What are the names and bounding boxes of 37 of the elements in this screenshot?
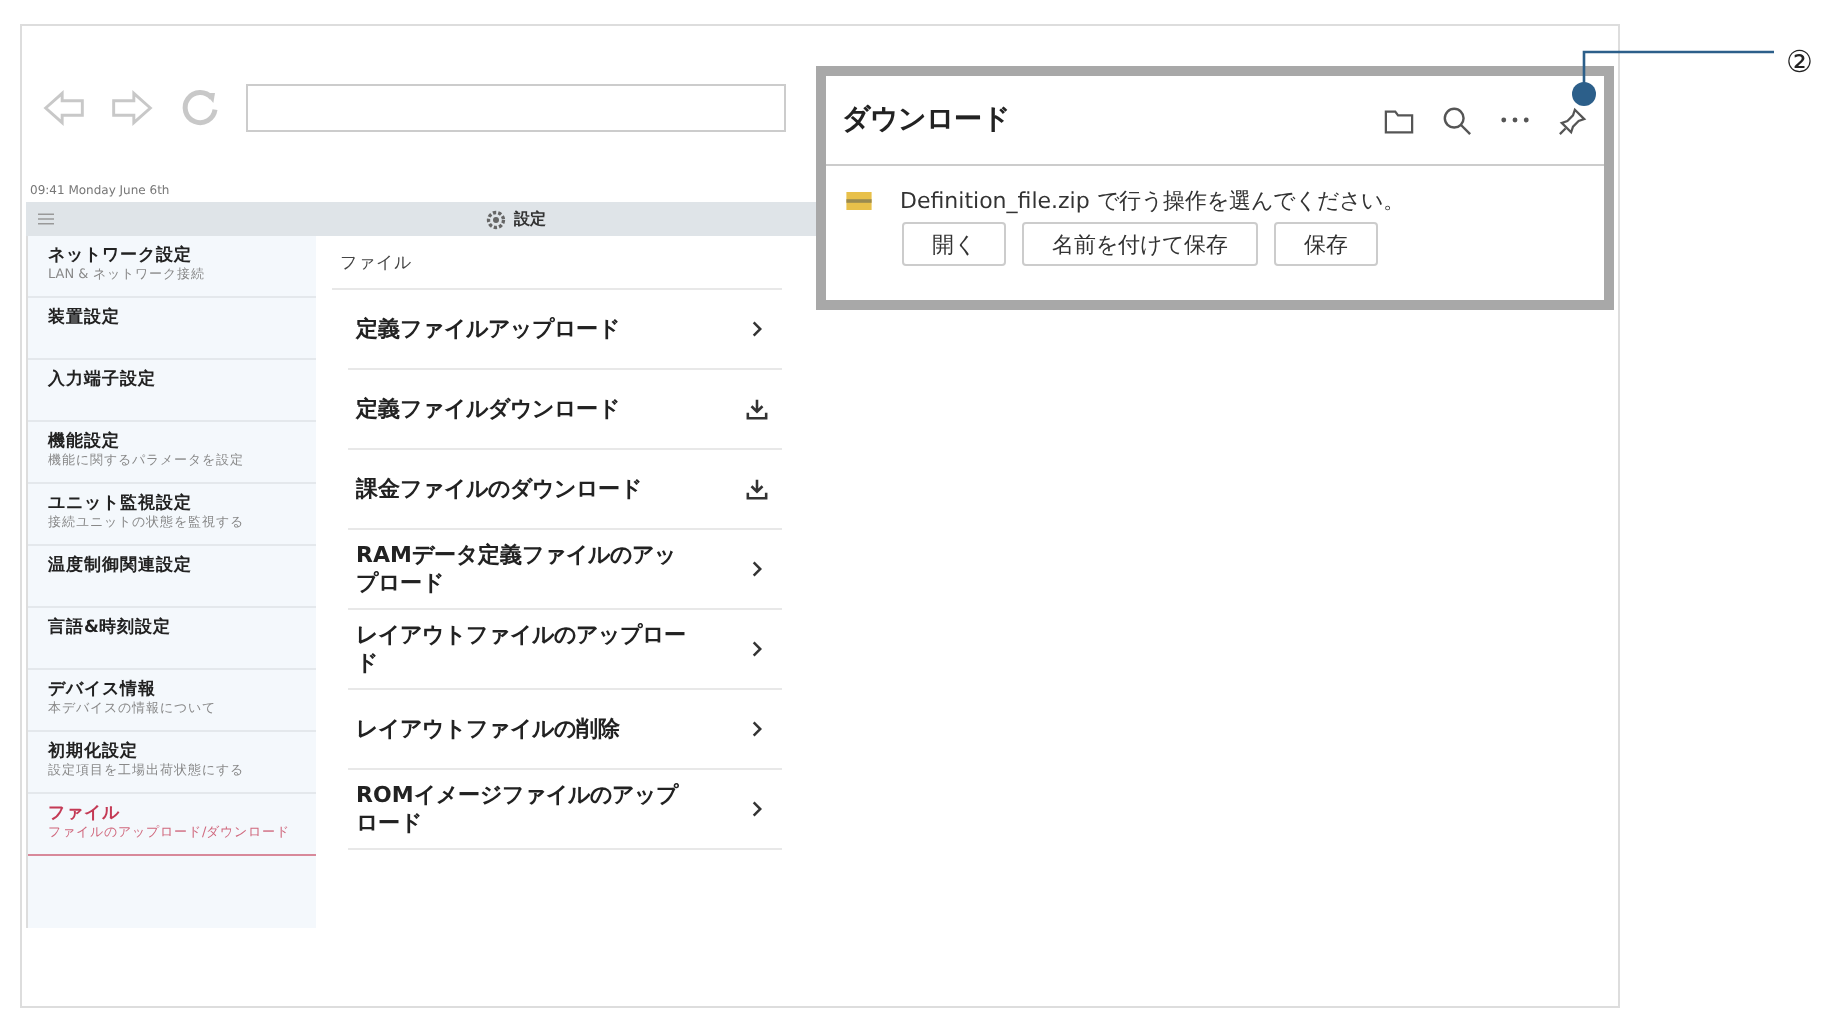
chevron-icon xyxy=(752,800,762,818)
list-item[interactable]: レイアウトファイルの削除 xyxy=(348,690,782,770)
callout-number: ② xyxy=(1786,44,1813,80)
download-message: Definition_file.zip で行う操作を選んでください。 xyxy=(900,186,1405,216)
address-bar[interactable] xyxy=(246,84,786,132)
section-heading: ファイル xyxy=(332,236,782,290)
panel-button[interactable]: 名前を付けて保存 xyxy=(1022,222,1258,266)
back-icon[interactable] xyxy=(42,88,86,128)
list-item[interactable]: 定義ファイルアップロード xyxy=(348,290,782,370)
forward-icon[interactable] xyxy=(110,88,154,128)
chevron-icon xyxy=(752,560,762,578)
menu-icon[interactable] xyxy=(38,212,54,226)
search-icon[interactable] xyxy=(1442,105,1472,135)
sidebar-item[interactable]: 言語&時刻設定 xyxy=(28,608,316,670)
download-icon xyxy=(746,478,768,500)
folder-icon[interactable] xyxy=(1384,105,1414,135)
list-item[interactable]: ROMイメージファイルのアップロード xyxy=(348,770,782,850)
download-icon xyxy=(746,398,768,420)
refresh-icon[interactable] xyxy=(178,88,222,128)
chevron-icon xyxy=(752,720,762,738)
header-title: 設定 xyxy=(514,208,546,230)
more-icon[interactable] xyxy=(1500,116,1530,124)
sidebar-item[interactable]: 装置設定 xyxy=(28,298,316,360)
sidebar-item[interactable]: 入力端子設定 xyxy=(28,360,316,422)
sidebar-item[interactable]: 温度制御関連設定 xyxy=(28,546,316,608)
gear-icon xyxy=(486,209,506,229)
panel-button[interactable]: 開く xyxy=(902,222,1006,266)
list-item[interactable]: レイアウトファイルのアップロード xyxy=(348,610,782,690)
list-item[interactable]: RAMデータ定義ファイルのアップロード xyxy=(348,530,782,610)
chevron-icon xyxy=(752,320,762,338)
panel-button[interactable]: 保存 xyxy=(1274,222,1378,266)
list-item[interactable]: 課金ファイルのダウンロード xyxy=(348,450,782,530)
chevron-icon xyxy=(752,640,762,658)
panel-title: ダウンロード xyxy=(842,102,1010,138)
zip-folder-icon xyxy=(846,192,872,210)
list-item[interactable]: 定義ファイルダウンロード xyxy=(348,370,782,450)
pin-icon[interactable] xyxy=(1558,105,1588,135)
